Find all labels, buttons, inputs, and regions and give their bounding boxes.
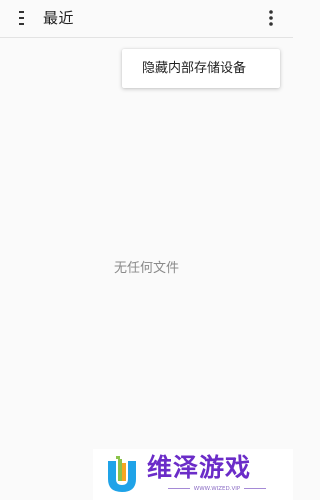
brand-logo-icon (108, 456, 136, 492)
more-options-button[interactable] (259, 6, 283, 30)
menu-item-hide-internal-storage[interactable]: 隐藏内部存储设备 (122, 49, 280, 88)
overflow-popup-menu: 隐藏内部存储设备 (122, 49, 280, 88)
watermark-banner: 维泽游戏 WWW.WIZED.VIP (93, 449, 293, 500)
brand-name: 维泽游戏 (147, 453, 252, 482)
brand-url: WWW.WIZED.VIP (149, 485, 285, 493)
top-app-bar: 最近 (0, 0, 293, 38)
navigation-menu-button[interactable] (10, 6, 34, 30)
page-title: 最近 (43, 9, 75, 27)
empty-state-message: 无任何文件 (113, 261, 179, 276)
more-vert-icon (269, 10, 273, 26)
hamburger-icon (19, 11, 24, 25)
